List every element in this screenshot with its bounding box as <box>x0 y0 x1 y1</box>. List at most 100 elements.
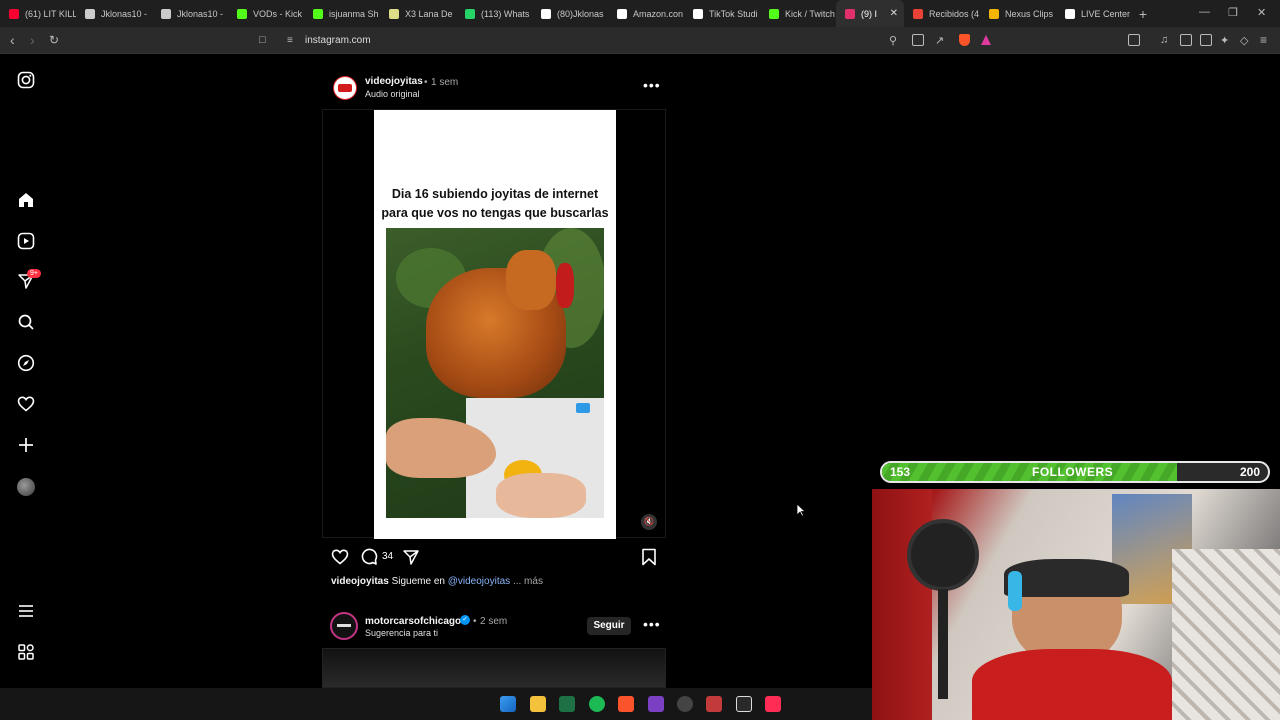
notifications-heart-icon[interactable] <box>17 395 35 413</box>
sidebar-toggle-icon[interactable] <box>1128 34 1140 46</box>
share-icon[interactable]: ↗ <box>935 34 944 47</box>
brave-shield-icon[interactable] <box>959 34 970 46</box>
browser-tab[interactable]: (113) Whats <box>456 0 532 27</box>
browser-tab[interactable]: TikTok Studi <box>684 0 760 27</box>
post-options-icon[interactable]: ••• <box>643 77 661 93</box>
instagram-logo-icon[interactable] <box>17 71 35 89</box>
post2-avatar[interactable] <box>330 612 358 640</box>
post2-time[interactable]: 2 sem <box>480 616 507 627</box>
site-info-icon[interactable]: ≡ <box>287 35 293 46</box>
tab-label: X3 Lana De <box>405 8 453 19</box>
apps-grid-icon[interactable] <box>17 643 35 661</box>
taskbar <box>0 688 872 720</box>
followers-label: FOLLOWERS <box>1032 465 1114 479</box>
post-time[interactable]: 1 sem <box>431 77 458 88</box>
obs-icon[interactable] <box>677 696 693 712</box>
post-audio[interactable]: Audio original <box>365 89 420 99</box>
explore-icon[interactable] <box>17 354 35 372</box>
comment-count[interactable]: 34 <box>382 551 393 562</box>
browser-tab[interactable]: Jklonas10 - <box>152 0 228 27</box>
brave-rewards-icon[interactable] <box>981 35 991 45</box>
post-avatar[interactable] <box>333 76 357 100</box>
browser-tab[interactable]: Nexus Clips <box>980 0 1056 27</box>
zoom-icon[interactable]: ⚲ <box>889 34 897 47</box>
tab-favicon-icon <box>85 8 95 19</box>
post2-video[interactable] <box>322 648 666 688</box>
tab-close-icon[interactable]: ✕ <box>890 8 898 19</box>
wallet-icon[interactable] <box>1200 34 1212 46</box>
search-icon[interactable] <box>17 313 35 331</box>
browser-tab[interactable]: Amazon.con <box>608 0 684 27</box>
browser-tab[interactable]: (61) LIT KILL <box>0 0 76 27</box>
bookmark-icon[interactable]: □ <box>259 34 266 46</box>
tab-favicon-icon <box>913 8 923 19</box>
windows-start-icon[interactable] <box>500 696 516 712</box>
follow-button[interactable]: Seguir <box>587 617 631 635</box>
visual-studio-icon[interactable] <box>648 696 664 712</box>
browser-tab[interactable]: (80)Jklonas <box>532 0 608 27</box>
caption-mention-link[interactable]: @videojoyitas <box>448 576 510 587</box>
comment-icon[interactable] <box>360 548 378 566</box>
video-frame: Dia 16 subiendo joyitas de internet para… <box>374 110 616 539</box>
browser-tab[interactable]: (9) I ✕ <box>836 0 904 27</box>
tab-favicon-icon <box>845 8 855 19</box>
browser-tab[interactable]: VODs - Kick <box>228 0 304 27</box>
browser-tab[interactable]: X3 Lana De <box>380 0 456 27</box>
like-heart-icon[interactable] <box>331 548 349 566</box>
reels-icon[interactable] <box>17 232 35 250</box>
minimize-icon[interactable]: — <box>1199 6 1210 18</box>
video-caption-overlay: Dia 16 subiendo joyitas de internet para… <box>374 185 616 223</box>
video-title-line2: para que vos no tengas que buscarlas <box>381 206 609 220</box>
browser-tab[interactable]: isjuanma Sh <box>304 0 380 27</box>
tab-favicon-icon <box>617 8 627 19</box>
tab-label: Amazon.con <box>633 8 684 19</box>
cast-icon[interactable] <box>912 34 924 46</box>
post-username[interactable]: videojoyitas <box>365 76 423 87</box>
separator-dot: • <box>424 77 428 88</box>
browser-tab[interactable]: Recibidos (4 <box>904 0 980 27</box>
mute-icon[interactable]: 🔇 <box>641 514 657 530</box>
caption-more-link[interactable]: ... más <box>513 576 543 587</box>
verified-badge-icon: ✓ <box>460 615 470 625</box>
file-explorer-icon[interactable] <box>530 696 546 712</box>
app-icon[interactable] <box>706 696 722 712</box>
vpn-icon[interactable]: ◇ <box>1240 34 1248 47</box>
close-window-icon[interactable]: ✕ <box>1257 6 1266 19</box>
menu-icon[interactable]: ≡ <box>1260 33 1267 47</box>
browser-tab[interactable]: Kick / Twitch <box>760 0 836 27</box>
post2-subtitle: Sugerencia para ti <box>365 628 439 638</box>
reload-icon[interactable]: ↻ <box>49 33 59 47</box>
post2-options-icon[interactable]: ••• <box>643 616 661 632</box>
new-tab-icon[interactable]: + <box>1132 6 1154 22</box>
browser-tab[interactable]: Jklonas10 - <box>76 0 152 27</box>
save-bookmark-icon[interactable] <box>641 548 657 566</box>
mouse-cursor-icon <box>796 503 806 517</box>
tiktok-live-icon[interactable] <box>765 696 781 712</box>
post-video[interactable]: Dia 16 subiendo joyitas de internet para… <box>322 109 666 539</box>
tab-favicon-icon <box>161 8 171 19</box>
post2-username[interactable]: motorcarsofchicago <box>365 616 461 627</box>
tab-label: (113) Whats <box>481 8 530 19</box>
leo-icon[interactable]: ✦ <box>1220 34 1229 47</box>
back-icon[interactable]: ‹ <box>10 32 15 48</box>
url-field[interactable]: instagram.com <box>305 35 371 46</box>
capcut-icon[interactable] <box>736 696 752 712</box>
create-plus-icon[interactable] <box>17 436 35 454</box>
forward-icon[interactable]: › <box>30 32 35 48</box>
profile-avatar[interactable] <box>17 478 35 496</box>
notification-badge: 9+ <box>27 269 41 278</box>
home-icon[interactable] <box>17 191 35 209</box>
excel-icon[interactable] <box>559 696 575 712</box>
share-send-icon[interactable] <box>402 548 420 566</box>
spotify-icon[interactable] <box>589 696 605 712</box>
music-icon[interactable]: ♫ <box>1160 34 1168 46</box>
browser-tab[interactable]: LIVE Center <box>1056 0 1132 27</box>
post-caption: videojoyitas Sigueme en @videojoyitas ..… <box>331 576 543 587</box>
tab-label: Recibidos (4 <box>929 8 980 19</box>
more-menu-icon[interactable] <box>17 602 35 620</box>
brave-browser-icon[interactable] <box>618 696 634 712</box>
followers-progress-fill <box>882 463 1178 481</box>
caption-username[interactable]: videojoyitas <box>331 576 389 587</box>
restore-icon[interactable]: ❐ <box>1228 6 1238 19</box>
panel-icon[interactable] <box>1180 34 1192 46</box>
